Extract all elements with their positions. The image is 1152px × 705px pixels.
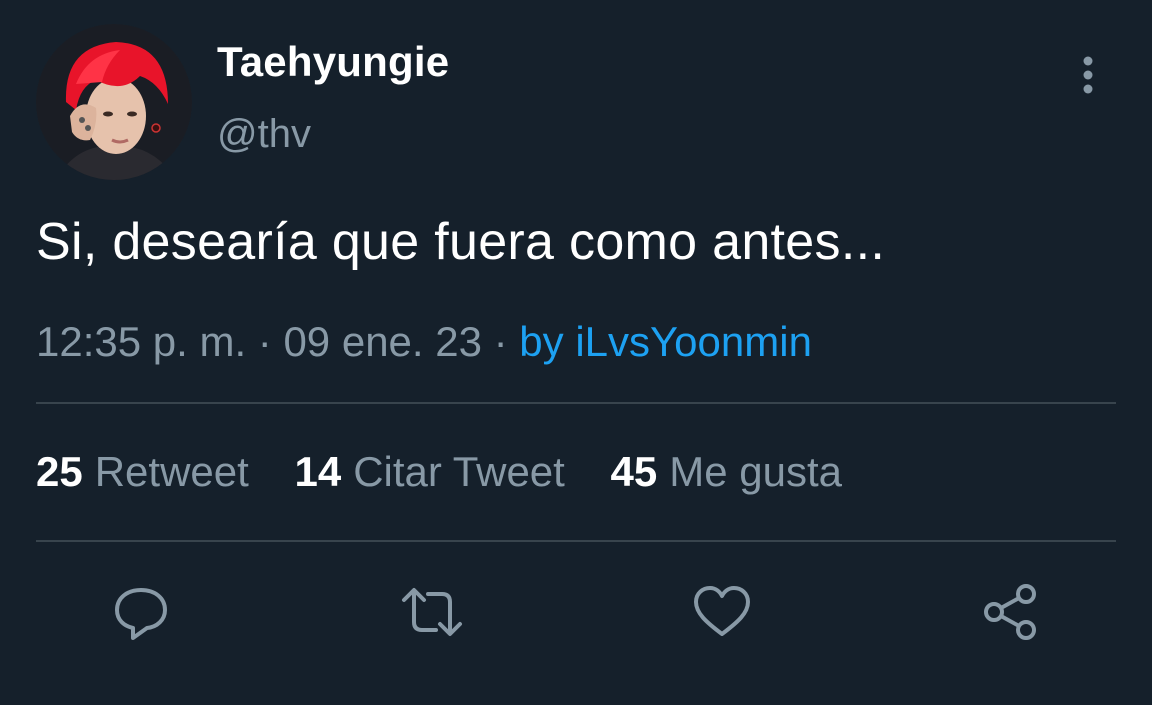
more-options-icon[interactable] — [1073, 52, 1103, 98]
user-handle[interactable]: @thv — [217, 112, 311, 157]
tweet-metadata: 12:35 p. m. · 09 ene. 23 · by iLvsYoonmi… — [36, 318, 812, 366]
like-count: 45 — [610, 448, 658, 495]
avatar[interactable] — [36, 24, 192, 180]
reply-icon[interactable] — [111, 582, 171, 642]
source-link[interactable]: by iLvsYoonmin — [519, 318, 812, 365]
quote-count: 14 — [294, 448, 342, 495]
tweet-time[interactable]: 12:35 p. m. — [36, 318, 246, 365]
tweet-card: Taehyungie @thv Si, desearía que fuera c… — [0, 0, 1152, 705]
retweet-label: Retweet — [94, 448, 249, 495]
divider — [36, 540, 1116, 542]
like-count-link[interactable]: 45 Me gusta — [611, 448, 842, 496]
separator: · — [246, 318, 284, 365]
avatar-photo — [36, 24, 192, 180]
tweet-text: Si, desearía que fuera como antes... — [36, 213, 886, 271]
like-icon[interactable] — [692, 582, 752, 642]
tweet-date[interactable]: 09 ene. 23 — [283, 318, 482, 365]
retweet-icon[interactable] — [400, 582, 462, 642]
tweet-stats: 25 Retweet 14 Citar Tweet 45 Me gusta — [36, 448, 876, 496]
divider — [36, 402, 1116, 404]
like-label: Me gusta — [669, 448, 842, 495]
quote-label: Citar Tweet — [353, 448, 565, 495]
display-name[interactable]: Taehyungie — [217, 38, 449, 86]
quote-count-link[interactable]: 14 Citar Tweet — [294, 448, 564, 496]
share-icon[interactable] — [982, 582, 1042, 642]
retweet-count: 25 — [36, 448, 83, 495]
separator: · — [481, 318, 520, 365]
retweet-count-link[interactable]: 25 Retweet — [36, 448, 249, 496]
